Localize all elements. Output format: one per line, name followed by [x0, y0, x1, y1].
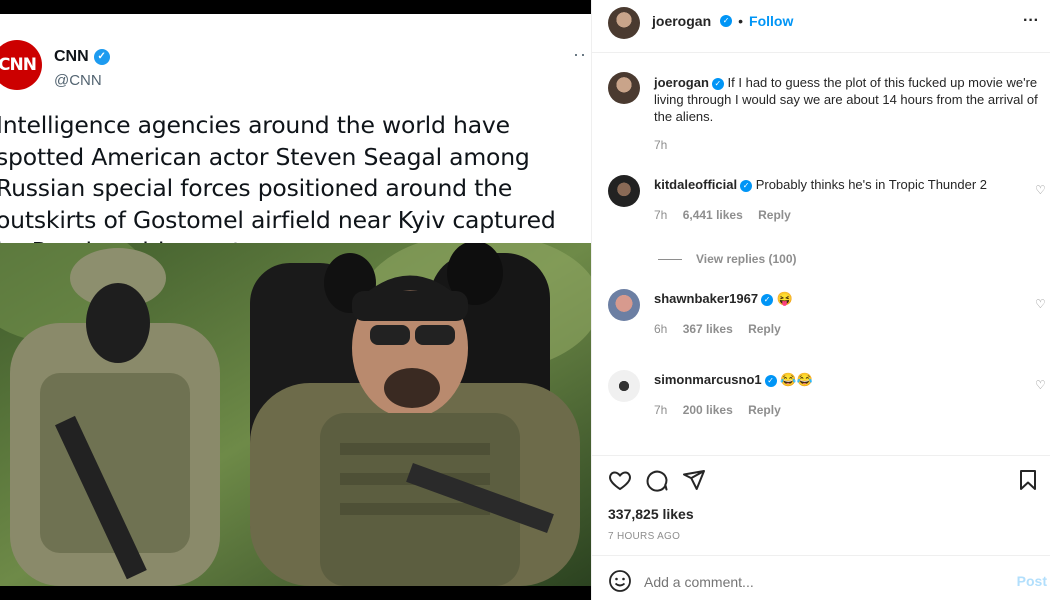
- comment-like-icon[interactable]: ♡: [1035, 297, 1047, 311]
- more-options-icon[interactable]: ···: [1023, 12, 1039, 30]
- view-replies[interactable]: View replies (100): [592, 252, 1050, 268]
- caption-time: 7h: [654, 138, 668, 152]
- comment-time: 7h: [654, 403, 668, 417]
- post-side-panel: joerogan ✓ • Follow ··· joerogan ✓ If I h…: [591, 0, 1050, 600]
- comment-item: shawnbaker1967 ✓ 😝 6h 367 likes Reply ♡: [592, 289, 1050, 339]
- comment-body: kitdaleofficial ✓ Probably thinks he's in…: [654, 177, 987, 192]
- verified-icon: ✓: [740, 179, 753, 192]
- heart-icon[interactable]: [608, 468, 632, 492]
- likes-count[interactable]: 337,825 likes: [608, 506, 694, 522]
- verified-icon: ✓: [711, 77, 724, 90]
- comment-text: 😝: [776, 291, 793, 306]
- header-user: joerogan ✓ • Follow: [652, 13, 793, 29]
- post-caption: joerogan ✓ If I had to guess the plot of …: [592, 72, 1050, 162]
- replies-line: [658, 259, 682, 260]
- tweet-handle: @CNN: [54, 72, 102, 89]
- comment-item: simonmarcusno1 ✓ 😂😂 7h 200 likes Reply ♡: [592, 370, 1050, 420]
- comment-box: Post: [592, 556, 1050, 600]
- verified-icon: ✓: [93, 49, 110, 65]
- comment-like-icon[interactable]: ♡: [1035, 183, 1047, 197]
- comment-time: 7h: [654, 208, 668, 222]
- tweet-screenshot: CNN CNN ✓ @CNN ·· Intelligence agencies …: [0, 14, 591, 586]
- comment-meta: 7h 6,441 likes Reply: [654, 208, 803, 222]
- comment-username[interactable]: kitdaleofficial: [654, 177, 737, 192]
- comment-body: shawnbaker1967 ✓ 😝: [654, 291, 793, 307]
- post-header: joerogan ✓ • Follow ···: [592, 0, 1050, 52]
- verified-icon: ✓: [764, 374, 777, 387]
- bookmark-icon[interactable]: [1017, 468, 1039, 492]
- comment-username[interactable]: shawnbaker1967: [654, 291, 758, 306]
- avatar[interactable]: [608, 7, 640, 39]
- comment-body: simonmarcusno1 ✓ 😂😂: [654, 372, 813, 388]
- comment-meta: 7h 200 likes Reply: [654, 403, 793, 417]
- verified-icon: ✓: [720, 15, 733, 27]
- divider: [592, 52, 1050, 53]
- emoji-icon[interactable]: [608, 569, 632, 593]
- comment-username[interactable]: simonmarcusno1: [654, 372, 762, 387]
- tweet-author-label: CNN: [54, 48, 89, 65]
- tweet-more-icon: ··: [573, 44, 587, 64]
- avatar[interactable]: [608, 72, 640, 104]
- comment-text: Probably thinks he's in Tropic Thunder 2: [755, 177, 988, 192]
- reply-button[interactable]: Reply: [748, 322, 781, 336]
- cnn-logo: CNN: [0, 40, 42, 90]
- reply-button[interactable]: Reply: [748, 403, 781, 417]
- follow-button[interactable]: Follow: [749, 13, 793, 29]
- instagram-post-view: CNN CNN ✓ @CNN ·· Intelligence agencies …: [0, 0, 1050, 600]
- post-actions: [592, 462, 1050, 498]
- view-replies-label[interactable]: View replies (100): [696, 252, 797, 266]
- caption-body: joerogan ✓ If I had to guess the plot of …: [654, 74, 1044, 125]
- reply-button[interactable]: Reply: [758, 208, 791, 222]
- caption-username[interactable]: joerogan: [654, 75, 709, 90]
- tweet-photo: [0, 243, 591, 586]
- avatar[interactable]: [608, 289, 640, 321]
- comment-meta: 6h 367 likes Reply: [654, 322, 793, 336]
- tweet-author-name: CNN ✓: [54, 48, 110, 66]
- header-separator: •: [738, 13, 744, 29]
- comment-likes[interactable]: 200 likes: [683, 403, 733, 417]
- avatar[interactable]: [608, 175, 640, 207]
- comment-likes[interactable]: 6,441 likes: [683, 208, 743, 222]
- header-username[interactable]: joerogan: [652, 13, 711, 29]
- comment-time: 6h: [654, 322, 668, 336]
- post-media: CNN CNN ✓ @CNN ·· Intelligence agencies …: [0, 0, 591, 600]
- divider: [592, 455, 1050, 456]
- post-button[interactable]: Post: [1017, 573, 1047, 589]
- avatar[interactable]: [608, 370, 640, 402]
- comment-item: kitdaleofficial ✓ Probably thinks he's in…: [592, 175, 1050, 225]
- comment-like-icon[interactable]: ♡: [1035, 378, 1047, 392]
- tweet-header: CNN CNN ✓ @CNN ··: [0, 28, 591, 90]
- posted-ago: 7 HOURS AGO: [608, 531, 681, 542]
- comment-text: 😂😂: [780, 372, 813, 387]
- share-icon[interactable]: [682, 468, 706, 492]
- add-comment-input[interactable]: [644, 571, 974, 593]
- comment-likes[interactable]: 367 likes: [683, 322, 733, 336]
- comment-icon[interactable]: [645, 468, 669, 492]
- verified-icon: ✓: [761, 293, 774, 306]
- soldiers-photo: [0, 243, 591, 586]
